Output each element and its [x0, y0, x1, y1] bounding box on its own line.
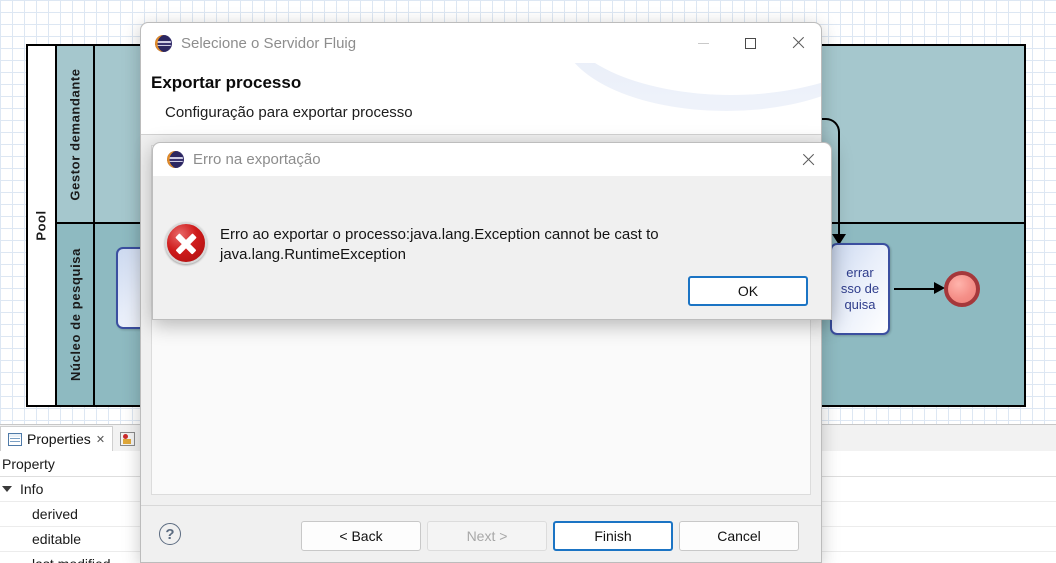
- properties-icon: [8, 432, 22, 446]
- close-icon: [791, 36, 805, 50]
- error-dialog-close-button[interactable]: [785, 143, 831, 176]
- close-icon: [801, 153, 815, 167]
- maximize-button[interactable]: [727, 23, 774, 63]
- error-dialog-body: Erro ao exportar o processo:java.lang.Ex…: [153, 176, 831, 319]
- chevron-down-icon[interactable]: [2, 486, 12, 492]
- back-button[interactable]: < Back: [301, 521, 421, 551]
- minimize-button[interactable]: [680, 23, 727, 63]
- lane-label-band-bottom: Núcleo de pesquisa: [57, 224, 95, 405]
- error-message-text: Erro ao exportar o processo:java.lang.Ex…: [220, 226, 659, 263]
- property-label-derived: derived: [32, 506, 78, 522]
- property-label-last-modified: last modified: [0, 556, 111, 563]
- close-icon[interactable]: ✕: [96, 433, 105, 446]
- property-group-label: Info: [20, 481, 44, 497]
- sequence-flow-horizontal: [894, 288, 938, 290]
- generic-view-icon: [120, 431, 136, 446]
- screen-root: Pool Gestor demandante Núcleo de pesquis…: [0, 0, 1056, 563]
- tab-properties-label: Properties: [27, 431, 91, 447]
- maximize-icon: [745, 37, 756, 49]
- lane-label-band-top: Gestor demandante: [57, 46, 95, 222]
- bpmn-task-encerrar-processo[interactable]: errar sso de quisa: [830, 243, 890, 335]
- window-controls: [680, 23, 821, 63]
- fluig-logo-icon: [167, 151, 184, 168]
- wizard-footer: ? < Back Next > Finish Cancel: [141, 505, 821, 562]
- wizard-button-bar: < Back Next > Finish Cancel: [301, 521, 799, 551]
- page-title: Exportar processo: [151, 73, 302, 92]
- sequence-flow-vertical: [838, 140, 840, 240]
- error-dialog: Erro na exportação Erro ao exportar o pr…: [152, 142, 832, 320]
- error-dialog-titlebar[interactable]: Erro na exportação: [153, 143, 831, 176]
- help-icon[interactable]: ?: [159, 523, 181, 545]
- minimize-icon: [698, 42, 709, 44]
- error-dialog-title: Erro na exportação: [193, 151, 321, 168]
- wizard-titlebar[interactable]: Selecione o Servidor Fluig: [141, 23, 821, 63]
- close-button[interactable]: [774, 23, 821, 63]
- error-icon: [165, 222, 207, 264]
- pool-label: Pool: [34, 210, 50, 241]
- fluig-logo-icon: [155, 34, 172, 52]
- finish-button[interactable]: Finish: [553, 521, 673, 551]
- pool-label-band: Pool: [28, 46, 57, 405]
- ok-button[interactable]: OK: [688, 276, 808, 306]
- cancel-button[interactable]: Cancel: [679, 521, 799, 551]
- lane-label-gestor-demandante: Gestor demandante: [67, 67, 83, 201]
- property-label-editable: editable: [32, 531, 82, 547]
- wizard-window-title: Selecione o Servidor Fluig: [181, 34, 357, 52]
- tab-properties[interactable]: Properties ✕: [0, 426, 114, 451]
- property-group-info: Info: [0, 481, 43, 497]
- lane-label-nucleo-de-pesquisa: Núcleo de pesquisa: [67, 248, 83, 381]
- next-button: Next >: [427, 521, 547, 551]
- wizard-header: Exportar processo Configuração para expo…: [141, 63, 821, 135]
- bpmn-end-event[interactable]: [944, 271, 980, 307]
- page-subtitle: Configuração para exportar processo: [165, 104, 413, 121]
